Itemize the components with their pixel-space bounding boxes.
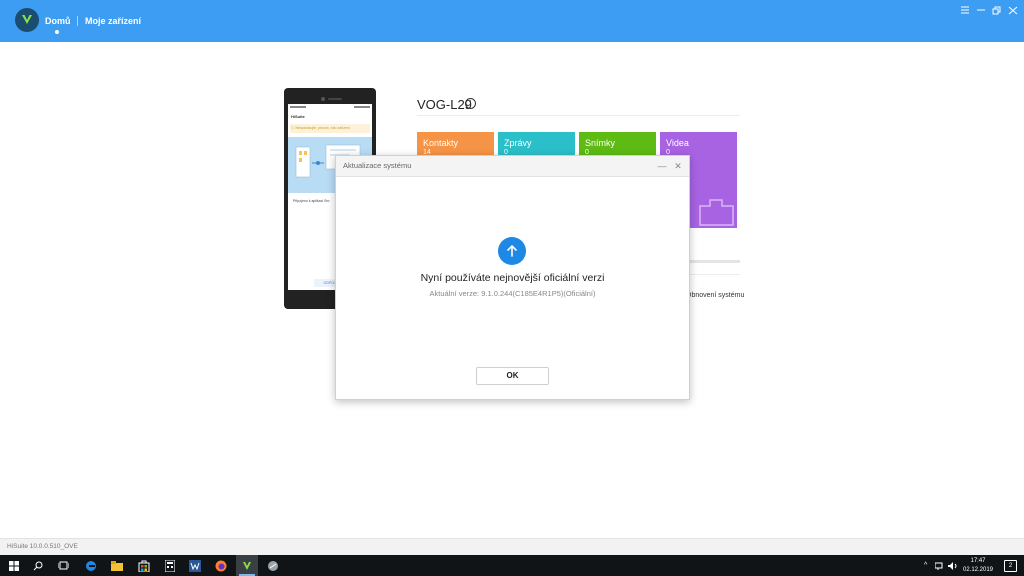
- app-status-bar: HiSuite 10.0.0.510_OVE: [0, 538, 1024, 556]
- active-tab-indicator: [55, 30, 59, 34]
- dialog-message: Nyní používáte nejnovější oficiální verz…: [420, 272, 605, 284]
- tile-label: Kontakty: [423, 138, 459, 148]
- tile-label: Snímky: [585, 138, 616, 148]
- word-icon[interactable]: [184, 555, 206, 576]
- minimize-icon[interactable]: [974, 4, 988, 16]
- dialog-title: Aktualizace systému: [343, 161, 412, 170]
- misc-app-icon[interactable]: [262, 555, 284, 576]
- menu-icon[interactable]: [958, 4, 972, 16]
- dialog-version-info: Aktuální verze: 9.1.0.244(C185E4R1P5)(Of…: [429, 289, 596, 298]
- hisuite-taskbar-icon[interactable]: [236, 555, 258, 576]
- phone-connect-text: Připojeno k aplikaci Sm: [293, 199, 330, 203]
- calculator-icon[interactable]: [159, 555, 181, 576]
- nav-tab-my-devices[interactable]: Moje zařízení: [85, 16, 141, 26]
- app-header: Domů Moje zařízení: [0, 0, 1024, 42]
- network-icon[interactable]: [935, 555, 945, 576]
- notification-center-icon[interactable]: 2: [1004, 560, 1017, 572]
- app-version: HiSuite 10.0.0.510_OVE: [7, 543, 78, 550]
- windows-start-icon[interactable]: [3, 555, 25, 576]
- windows-taskbar: ^ 17:47 02.12.2019 2: [0, 555, 1024, 576]
- tile-label: Videa: [666, 138, 689, 148]
- system-restore-link[interactable]: Obnovení systému: [686, 292, 744, 299]
- nav-tab-home[interactable]: Domů: [45, 16, 71, 26]
- search-icon[interactable]: [27, 555, 49, 576]
- volume-icon[interactable]: [948, 555, 958, 576]
- nav-divider: [77, 16, 78, 26]
- ok-button[interactable]: OK: [476, 367, 549, 385]
- info-icon[interactable]: !: [465, 98, 476, 109]
- hisuite-logo-icon: [15, 8, 39, 32]
- phone-speaker: [328, 98, 342, 100]
- taskbar-clock[interactable]: 17:47 02.12.2019: [958, 557, 998, 574]
- dialog-title-bar: Aktualizace systému — ✕: [336, 156, 689, 177]
- phone-status-bar: [290, 106, 370, 110]
- section-divider: [688, 274, 740, 275]
- device-name: VOG-L29: [417, 97, 472, 112]
- clock-time: 17:47: [970, 558, 986, 564]
- video-tile-icon: [699, 199, 734, 226]
- close-icon[interactable]: [1006, 4, 1020, 16]
- phone-camera: [321, 97, 325, 101]
- dialog-close-button[interactable]: ✕: [672, 160, 684, 172]
- system-update-dialog: Aktualizace systému — ✕ Nyní používáte n…: [335, 155, 690, 400]
- dialog-minimize-button[interactable]: —: [656, 160, 668, 172]
- firefox-icon[interactable]: [210, 555, 232, 576]
- tray-chevron-icon[interactable]: ^: [924, 555, 927, 576]
- phone-app-title: HiSuite: [291, 114, 305, 119]
- file-explorer-icon[interactable]: [106, 555, 128, 576]
- title-divider: [417, 115, 740, 116]
- edge-icon[interactable]: [80, 555, 102, 576]
- arrow-up-icon: [498, 237, 526, 265]
- store-icon[interactable]: [133, 555, 155, 576]
- restore-icon[interactable]: [990, 4, 1004, 16]
- task-view-icon[interactable]: [52, 555, 74, 576]
- clock-date: 02.12.2019: [962, 566, 994, 573]
- phone-warning-banner: ⓘ Neautorizujte, prosím, toto zařízení: [290, 124, 370, 133]
- tile-label: Zprávy: [504, 138, 532, 148]
- storage-progress-bar: [688, 260, 740, 263]
